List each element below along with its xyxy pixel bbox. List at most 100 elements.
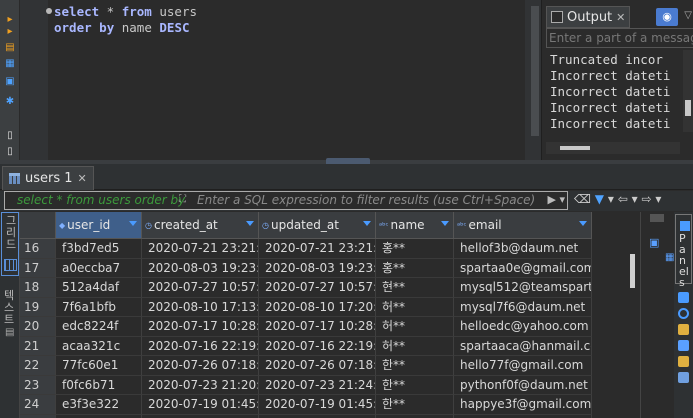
table-row[interactable]: 197f6a1bfb2020-08-10 17:13:332020-08-10 … [20, 297, 592, 317]
table-cell[interactable]: 한** [376, 375, 454, 395]
table-cell[interactable]: 2020-07-17 10:28:44 [259, 317, 376, 337]
table-cell[interactable]: 2020-07-17 10:28:44 [142, 317, 259, 337]
table-cell[interactable]: 한** [376, 356, 454, 376]
execute-statement-icon[interactable]: ▸ [4, 14, 16, 25]
results-grid[interactable]: ◆ user_id ◷ created_at ◷ updated_at ᵃᵇᶜ name ᵃᵇᶜ… [20, 212, 592, 418]
table-cell[interactable]: ca6c4c8c [56, 414, 142, 418]
table-cell[interactable]: 2020-07-21 23:21:33 [259, 239, 376, 259]
sql-editor[interactable]: select * from users order by name DESC [20, 0, 545, 160]
table-row[interactable]: 21acaa321c2020-07-16 22:19:582020-07-16 … [20, 336, 592, 356]
table-cell[interactable]: 홍** [376, 258, 454, 278]
forward-icon[interactable]: ⇨ [641, 192, 651, 206]
table-cell[interactable]: hello77f@gmail.com [454, 356, 592, 376]
table-cell[interactable]: 홍** [376, 239, 454, 259]
column-header-email[interactable]: ᵃᵇᶜ email [454, 212, 592, 239]
settings-icon[interactable]: ✱ [4, 96, 16, 107]
value-viewer-icon[interactable] [678, 292, 689, 303]
code-line[interactable]: order by name DESC [54, 20, 197, 36]
filter-apply-icon[interactable]: ▶ ▾ [548, 193, 565, 206]
row-number[interactable]: 25 [20, 414, 56, 418]
column-header-created-at[interactable]: ◷ created_at [142, 212, 259, 239]
table-cell[interactable]: 2020-07-26 07:18:26 [142, 356, 259, 376]
eraser-icon[interactable]: ⌫ [574, 192, 591, 206]
row-number[interactable]: 22 [20, 356, 56, 376]
table-cell[interactable]: sparta6c@gmail.com [454, 414, 592, 418]
back-menu-icon[interactable]: ▾ [632, 192, 638, 206]
row-number[interactable]: 20 [20, 317, 56, 337]
table-cell[interactable]: spartaaca@hanmail.com [454, 336, 592, 356]
table-row[interactable]: 23f0fc6b712020-07-23 21:20:192020-07-23 … [20, 375, 592, 395]
table-cell[interactable]: 2020-07-19 01:45:22 [259, 395, 376, 415]
close-icon[interactable]: ✕ [616, 11, 625, 24]
table-cell[interactable]: 2020-08-03 19:23:30 [259, 258, 376, 278]
table-cell[interactable]: 2020-07-27 10:57:25 [259, 278, 376, 298]
table-cell[interactable]: 허** [376, 297, 454, 317]
row-number[interactable]: 19 [20, 297, 56, 317]
metadata-icon[interactable] [678, 324, 689, 335]
column-header-name[interactable]: ᵃᵇᶜ name [376, 212, 454, 239]
table-cell[interactable]: 2020-07-21 23:21:33 [142, 239, 259, 259]
table-cell[interactable]: 2020-07-23 21:20:19 [142, 375, 259, 395]
output-scrollbar[interactable] [683, 50, 693, 132]
table-cell[interactable]: a0eccba7 [56, 258, 142, 278]
table-cell[interactable]: 현** [376, 278, 454, 298]
column-header-updated-at[interactable]: ◷ updated_at [259, 212, 376, 239]
table-cell[interactable]: 2020-07-19 01:45:22 [142, 395, 259, 415]
table-cell[interactable]: 77fc60e1 [56, 356, 142, 376]
table-cell[interactable]: 2020-07-16 22:19:58 [142, 336, 259, 356]
table-cell[interactable]: 2020-07-16 22:19:58 [259, 336, 376, 356]
export-icon[interactable]: ▯ [4, 146, 16, 157]
table-cell[interactable]: 2020-07-26 19:06:43 [142, 414, 259, 418]
table-row[interactable]: 18512a4daf2020-07-27 10:57:252020-07-27 … [20, 278, 592, 298]
table-cell[interactable]: happye3f@gmail.com [454, 395, 592, 415]
table-row[interactable]: 20edc8224f2020-07-17 10:28:442020-07-17 … [20, 317, 592, 337]
text-view-label[interactable]: 텍스트 [3, 290, 15, 326]
table-row[interactable]: 24e3f3e3222020-07-19 01:45:222020-07-19 … [20, 395, 592, 415]
table-cell[interactable]: pythonf0f@daum.net [454, 375, 592, 395]
table-cell[interactable]: edc8224f [56, 317, 142, 337]
table-cell[interactable]: 한** [376, 395, 454, 415]
row-number[interactable]: 18 [20, 278, 56, 298]
row-number[interactable]: 24 [20, 395, 56, 415]
sort-icon[interactable] [441, 221, 449, 226]
table-cell[interactable]: 7f6a1bfb [56, 297, 142, 317]
page-icon[interactable]: ▯ [4, 130, 16, 141]
table-cell[interactable]: hellof3b@daum.net [454, 239, 592, 259]
row-number[interactable]: 16 [20, 239, 56, 259]
row-number[interactable]: 23 [20, 375, 56, 395]
table-cell[interactable]: 2020-07-26 19:06:43 [259, 414, 376, 418]
table-cell[interactable]: mysql7f6@daum.net [454, 297, 592, 317]
table-cell[interactable]: 2020-08-10 17:20:10 [259, 297, 376, 317]
table-cell[interactable]: f3bd7ed5 [56, 239, 142, 259]
code-line[interactable]: select * from users [54, 4, 197, 20]
tab-users-1[interactable]: users 1 ✕ [2, 166, 94, 190]
sort-icon[interactable] [246, 221, 254, 226]
explain-plan-icon[interactable]: ▦ [4, 58, 16, 69]
row-number-header[interactable] [20, 212, 56, 239]
table-cell[interactable]: 2020-08-03 19:23:30 [142, 258, 259, 278]
table-cell[interactable]: f0fc6b71 [56, 375, 142, 395]
table-cell[interactable]: 허** [376, 317, 454, 337]
record-icon[interactable]: ▣ [649, 236, 659, 249]
table-cell[interactable]: helloedc@yahoo.com [454, 317, 592, 337]
table-row[interactable]: 25ca6c4c8c2020-07-26 19:06:432020-07-26 … [20, 414, 592, 418]
chart-icon[interactable] [678, 372, 689, 383]
table-row[interactable]: 17a0eccba72020-08-03 19:23:302020-08-03 … [20, 258, 592, 278]
panels-tab[interactable]: Panels [674, 212, 693, 418]
sort-icon[interactable] [363, 221, 371, 226]
table-cell[interactable]: 512a4daf [56, 278, 142, 298]
forward-menu-icon[interactable]: ▾ [655, 192, 661, 206]
output-hscrollbar[interactable] [546, 142, 680, 154]
chevron-down-icon[interactable]: ▽ [684, 10, 692, 21]
table-cell[interactable]: acaa321c [56, 336, 142, 356]
table-cell[interactable]: spartaa0e@gmail.com [454, 258, 592, 278]
close-icon[interactable]: ✕ [78, 172, 87, 185]
table-cell[interactable]: 한** [376, 414, 454, 418]
table-cell[interactable]: mysql512@teamsparta.c [454, 278, 592, 298]
sort-icon[interactable] [579, 221, 587, 226]
execute-new-tab-icon[interactable]: ▤ [4, 42, 16, 53]
expand-icon[interactable]: ⛶ [179, 194, 186, 205]
filter-menu-icon[interactable]: ▾ [608, 192, 614, 206]
sql-code[interactable]: select * from users order by name DESC [54, 4, 197, 36]
table-row[interactable]: 2277fc60e12020-07-26 07:18:262020-07-26 … [20, 356, 592, 376]
